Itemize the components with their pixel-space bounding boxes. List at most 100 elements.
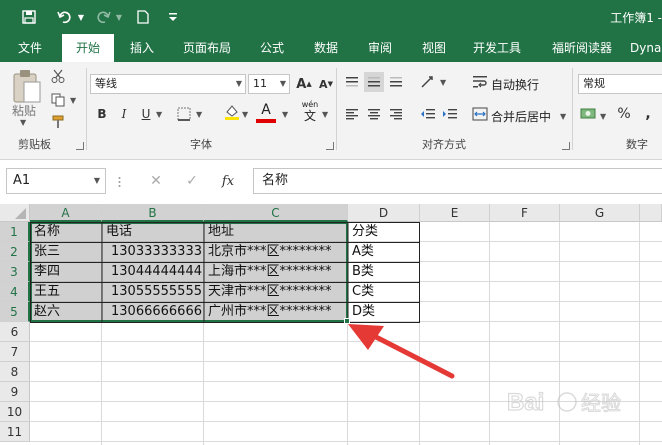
row-header-3[interactable]: 3 [0, 262, 30, 282]
redo-dropdown-icon[interactable]: ▼ [114, 6, 124, 28]
cell-B3[interactable]: 13044444444 [104, 262, 204, 282]
font-size-select[interactable]: 11 ▼ [248, 74, 290, 94]
borders-icon[interactable] [174, 104, 194, 124]
paste-dropdown-icon[interactable]: ▼ [20, 118, 26, 127]
name-box[interactable]: A1 ▼ [6, 168, 106, 194]
tab-dyna[interactable]: Dyna [630, 34, 662, 62]
increase-font-icon[interactable]: A ▲ [294, 74, 314, 94]
row-header-2[interactable]: 2 [0, 242, 30, 262]
wrap-text-icon[interactable] [470, 72, 490, 92]
cell-D1[interactable]: 分类 [350, 222, 420, 242]
align-left-icon[interactable] [342, 104, 362, 124]
alignment-launcher-icon[interactable] [562, 142, 570, 150]
phonetic-dropdown-icon[interactable]: ▼ [322, 110, 328, 119]
italic-button[interactable]: I [114, 104, 134, 124]
align-middle-icon[interactable] [364, 72, 384, 92]
phonetic-guide-button[interactable]: wén 文 [298, 100, 322, 124]
formula-input[interactable]: 名称 [253, 168, 662, 194]
undo-icon[interactable] [54, 6, 76, 28]
cell-B5[interactable]: 13066666666 [104, 302, 204, 322]
merge-center-button[interactable]: 合并后居中 [491, 108, 551, 125]
formula-bar-grip-icon[interactable] [118, 172, 121, 190]
column-header-b[interactable]: B [102, 204, 204, 222]
cell-C2[interactable]: 北京市***区******** [206, 242, 348, 262]
underline-dropdown-icon[interactable]: ▼ [156, 110, 162, 119]
select-all-corner[interactable] [0, 204, 30, 222]
copy-icon[interactable] [48, 90, 68, 110]
borders-dropdown-icon[interactable]: ▼ [196, 110, 202, 119]
orientation-icon[interactable] [418, 72, 438, 92]
redo-icon[interactable] [92, 6, 114, 28]
cell-B1[interactable]: 电话 [104, 222, 204, 242]
format-painter-icon[interactable] [48, 112, 68, 132]
font-name-select[interactable]: 等线 ▼ [90, 74, 246, 94]
column-header-overflow[interactable] [640, 204, 662, 222]
cut-icon[interactable] [48, 66, 68, 86]
font-color-dropdown-icon[interactable]: ▼ [282, 110, 288, 119]
align-bottom-icon[interactable] [386, 72, 406, 92]
row-header-8[interactable]: 8 [0, 362, 30, 382]
row-header-6[interactable]: 6 [0, 322, 30, 342]
increase-indent-icon[interactable] [440, 104, 460, 124]
row-header-4[interactable]: 4 [0, 282, 30, 302]
align-center-icon[interactable] [364, 104, 384, 124]
merge-center-icon[interactable] [470, 104, 490, 124]
font-color-button[interactable]: A [254, 102, 278, 124]
tab-page-layout[interactable]: 页面布局 [176, 34, 238, 62]
column-header-d[interactable]: D [348, 204, 420, 222]
wrap-text-button[interactable]: 自动换行 [491, 76, 539, 93]
chevron-down-icon[interactable]: ▼ [94, 169, 100, 193]
cell-D4[interactable]: C类 [350, 282, 420, 302]
copy-dropdown-icon[interactable]: ▼ [70, 96, 76, 105]
row-header-9[interactable]: 9 [0, 382, 30, 402]
cell-D2[interactable]: A类 [350, 242, 420, 262]
tab-developer[interactable]: 开发工具 [466, 34, 528, 62]
column-header-c[interactable]: C [204, 204, 348, 222]
customize-qat-icon[interactable] [162, 6, 184, 28]
new-document-icon[interactable] [132, 6, 154, 28]
row-header-1[interactable]: 1 [0, 222, 30, 242]
clipboard-launcher-icon[interactable] [76, 142, 84, 150]
column-header-a[interactable]: A [30, 204, 102, 222]
underline-button[interactable]: U [136, 104, 156, 124]
cell-A1[interactable]: 名称 [32, 222, 102, 242]
row-header-10[interactable]: 10 [0, 402, 30, 422]
comma-style-icon[interactable]: , [638, 104, 658, 124]
cell-D5[interactable]: D类 [350, 302, 420, 322]
tab-insert[interactable]: 插入 [120, 34, 164, 62]
decrease-font-icon[interactable]: A ▼ [316, 74, 336, 94]
tab-formulas[interactable]: 公式 [252, 34, 292, 62]
orientation-dropdown-icon[interactable]: ▼ [440, 78, 446, 87]
cell-A3[interactable]: 李四 [32, 262, 102, 282]
cell-C1[interactable]: 地址 [206, 222, 348, 242]
tab-data[interactable]: 数据 [306, 34, 346, 62]
tab-view[interactable]: 视图 [414, 34, 454, 62]
insert-function-button[interactable]: fx [218, 171, 238, 191]
row-header-5[interactable]: 5 [0, 302, 30, 322]
tab-home[interactable]: 开始 [62, 34, 114, 62]
cell-C5[interactable]: 广州市***区******** [206, 302, 348, 322]
percent-button[interactable]: % [614, 104, 634, 124]
paste-button-label[interactable]: 粘贴 [12, 102, 36, 119]
cell-B2[interactable]: 13033333333 [104, 242, 204, 262]
number-format-select[interactable]: 常规 [578, 74, 662, 94]
fill-color-dropdown-icon[interactable]: ▼ [242, 110, 248, 119]
tab-review[interactable]: 审阅 [360, 34, 400, 62]
cell-A5[interactable]: 赵六 [32, 302, 102, 322]
cell-C4[interactable]: 天津市***区******** [206, 282, 348, 302]
merge-dropdown-icon[interactable]: ▼ [560, 112, 566, 121]
decrease-indent-icon[interactable] [418, 104, 438, 124]
column-header-e[interactable]: E [420, 204, 490, 222]
cell-A4[interactable]: 王五 [32, 282, 102, 302]
column-header-g[interactable]: G [560, 204, 640, 222]
accounting-format-icon[interactable] [578, 104, 598, 124]
accounting-dropdown-icon[interactable]: ▼ [600, 112, 606, 121]
row-header-7[interactable]: 7 [0, 342, 30, 362]
tab-foxit-reader[interactable]: 福昕阅读器 [544, 34, 620, 62]
cell-D3[interactable]: B类 [350, 262, 420, 282]
cell-A2[interactable]: 张三 [32, 242, 102, 262]
fill-color-icon[interactable] [222, 102, 242, 122]
row-header-11[interactable]: 11 [0, 422, 30, 442]
column-header-f[interactable]: F [490, 204, 560, 222]
tab-file[interactable]: 文件 [6, 34, 54, 62]
